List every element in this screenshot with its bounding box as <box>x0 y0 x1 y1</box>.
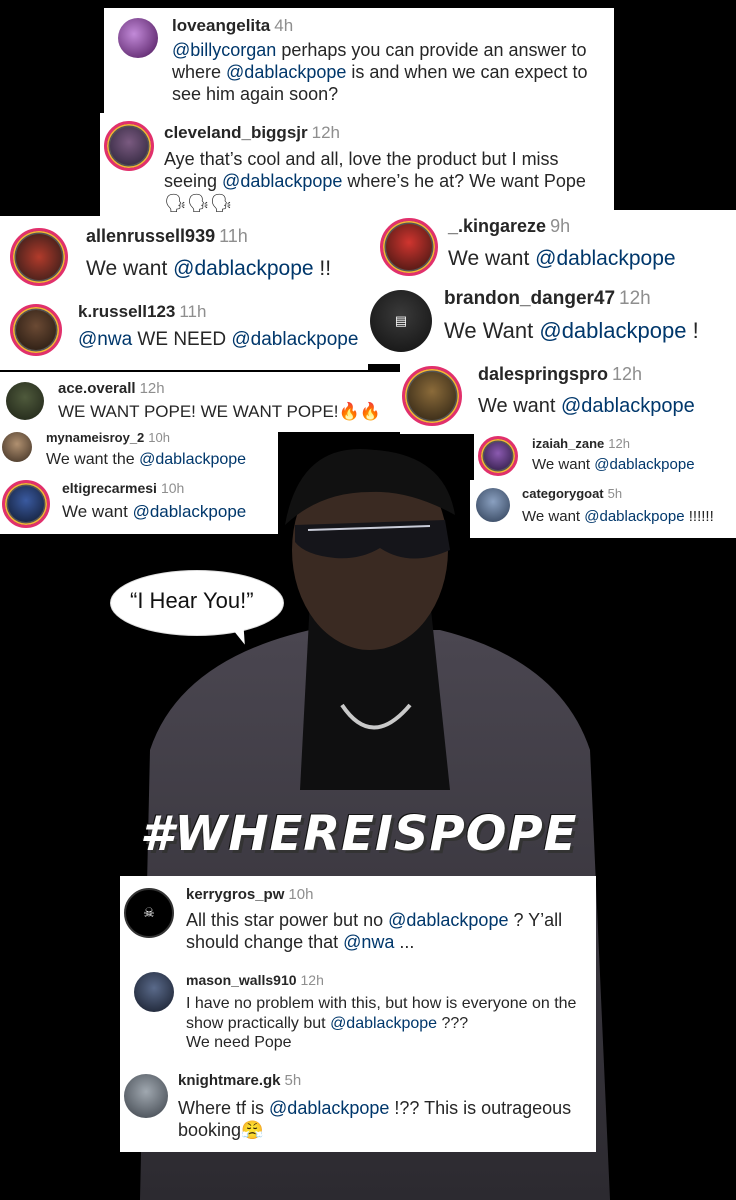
timestamp: 11h <box>219 226 248 246</box>
comment-card-loveangelita: loveangelita 4h @billycorgan perhaps you … <box>104 8 614 120</box>
avatar-knightmare-gk[interactable] <box>124 1074 168 1118</box>
avatar-mynameisroy-2[interactable] <box>2 432 32 462</box>
fire-emoji: 🔥🔥 <box>338 402 381 421</box>
comment-card-knightmare-gk: knightmare.gk 5h Where tf is @dablackpope… <box>120 1064 596 1152</box>
comment-text-mynameisroy-2: We want the @dablackpope <box>46 451 247 468</box>
mention-link[interactable]: @dablackpope <box>535 247 675 270</box>
mention-link[interactable]: @dablackpope <box>231 329 358 350</box>
timestamp: 5h <box>607 486 623 501</box>
mention-link[interactable]: @dablackpope <box>594 456 694 473</box>
username-eltigrecarmesi[interactable]: eltigrecarmesi 10h <box>62 480 184 496</box>
comment-card-allenrussell939: allenrussell939 11h We want @dablackpope … <box>0 216 372 296</box>
timestamp: 10h <box>160 480 185 496</box>
avatar-kingareze[interactable] <box>380 218 438 276</box>
username-loveangelita[interactable]: loveangelita 4h <box>172 16 293 36</box>
mention-link[interactable]: @dablackpope <box>561 395 695 417</box>
comment-text-categorygoat: We want @dablackpope !!!!!! <box>522 508 714 525</box>
comment-card-eltigrecarmesi: eltigrecarmesi 10h We want @dablackpope <box>0 474 278 534</box>
timestamp: 12h <box>300 972 324 988</box>
mention-link[interactable]: @dablackpope <box>139 451 246 468</box>
avatar-loveangelita[interactable] <box>118 18 158 58</box>
username-knightmare-gk[interactable]: knightmare.gk 5h <box>178 1072 301 1089</box>
comment-text-loveangelita: @billycorgan perhaps you can provide an … <box>172 40 588 104</box>
comment-text-knightmare-gk: Where tf is @dablackpope !?? This is out… <box>178 1098 572 1140</box>
mention-link[interactable]: @dablackpope <box>226 62 346 82</box>
mention-link[interactable]: @dablackpope <box>269 1098 389 1118</box>
comment-text-kingareze: We want @dablackpope <box>448 247 676 270</box>
mention-link[interactable]: @dablackpope <box>173 257 313 280</box>
speech-bubble-text: “I Hear You!” <box>130 588 254 613</box>
avatar-cleveland-biggsjr[interactable] <box>104 121 154 171</box>
mention-link[interactable]: @dablackpope <box>330 1015 437 1032</box>
comment-text-cleveland-biggsjr: Aye that’s cool and all, love the produc… <box>164 149 586 213</box>
comment-text-izaiah-zane: We want @dablackpope <box>532 456 695 473</box>
speaking-head-emoji: 🗣🗣🗣 <box>164 192 233 213</box>
timestamp: 12h <box>619 288 651 309</box>
mention-link[interactable]: @dablackpope <box>388 910 508 930</box>
avatar-eltigrecarmesi[interactable] <box>2 480 50 528</box>
skull-icon: ☠ <box>143 905 155 920</box>
avatar-mason-walls910[interactable] <box>134 972 174 1012</box>
username-kerrygros-pw[interactable]: kerrygros_pw 10h <box>186 886 313 903</box>
comment-text-kerrygros-pw: All this star power but no @dablackpope … <box>186 910 563 952</box>
comment-text-allenrussell939: We want @dablackpope !! <box>86 257 332 280</box>
comment-card-cleveland-biggsjr: cleveland_biggsjr 12h Aye that’s cool and… <box>100 113 614 217</box>
comment-card-mynameisroy-2: mynameisroy_2 10h We want the @dablackpop… <box>0 426 278 478</box>
comment-text-ace-overall: WE WANT POPE! WE WANT POPE!🔥🔥 <box>58 402 381 421</box>
timestamp: 11h <box>179 302 207 321</box>
timestamp: 12h <box>612 364 643 384</box>
comment-card-izaiah-zane: izaiah_zane 12h We want @dablackpope <box>474 432 736 482</box>
avatar-ace-overall[interactable] <box>6 382 44 420</box>
username-kingareze[interactable]: _.kingareze 9h <box>448 216 570 237</box>
timestamp: 4h <box>274 16 294 35</box>
avatar-categorygoat[interactable] <box>476 488 510 522</box>
comment-card-ace-overall: ace.overall 12h WE WANT POPE! WE WANT POP… <box>0 372 400 432</box>
avatar-kerrygros-pw[interactable]: ☠ <box>124 888 174 938</box>
avatar-k-russell123[interactable] <box>10 304 62 356</box>
avatar-dalespringspro[interactable] <box>402 366 462 426</box>
avatar-allenrussell939[interactable] <box>10 228 68 286</box>
username-izaiah-zane[interactable]: izaiah_zane 12h <box>532 436 630 451</box>
username-ace-overall[interactable]: ace.overall 12h <box>58 380 165 397</box>
comment-card-k-russell123: k.russell123 11h @nwa WE NEED @dablackpop… <box>0 292 368 370</box>
comment-text-eltigrecarmesi: We want @dablackpope <box>62 502 247 521</box>
avatar-izaiah-zane[interactable] <box>478 436 518 476</box>
comment-card-kingareze: _.kingareze 9h We want @dablackpope <box>372 210 736 286</box>
timestamp: 10h <box>148 430 170 445</box>
avatar-brandon-danger47[interactable]: ▤ <box>370 290 432 352</box>
referee-icon: ▤ <box>394 313 408 328</box>
comment-card-mason-walls910: mason_walls910 12h I have no problem with… <box>120 962 596 1064</box>
comment-text-mason-walls910: I have no problem with this, but how is … <box>186 995 577 1052</box>
timestamp: 12h <box>608 436 630 451</box>
username-brandon-danger47[interactable]: brandon_danger47 12h <box>444 288 651 310</box>
timestamp: 5h <box>284 1072 302 1089</box>
steam-face-emoji: 😤 <box>241 1119 264 1140</box>
mention-link[interactable]: @billycorgan <box>172 40 276 60</box>
comment-card-kerrygros-pw: ☠ kerrygros_pw 10h All this star power bu… <box>120 876 596 962</box>
comment-text-brandon-danger47: We Want @dablackpope ! <box>444 318 699 343</box>
hashtag-title: #WHEREISPOPE <box>140 806 578 862</box>
username-cleveland-biggsjr[interactable]: cleveland_biggsjr 12h <box>164 123 340 143</box>
username-mynameisroy-2[interactable]: mynameisroy_2 10h <box>46 430 170 445</box>
username-dalespringspro[interactable]: dalespringspro 12h <box>478 364 642 385</box>
mention-link[interactable]: @nwa <box>343 932 394 952</box>
mention-link[interactable]: @nwa <box>78 329 132 350</box>
username-mason-walls910[interactable]: mason_walls910 12h <box>186 972 324 988</box>
comment-text-dalespringspro: We want @dablackpope <box>478 395 695 417</box>
mention-link[interactable]: @dablackpope <box>133 502 247 521</box>
comment-card-brandon-danger47: ▤ brandon_danger47 12h We Want @dablackpo… <box>362 280 736 364</box>
timestamp: 9h <box>550 216 571 236</box>
timestamp: 10h <box>288 886 314 903</box>
mention-link[interactable]: @dablackpope <box>584 508 684 525</box>
timestamp: 12h <box>139 380 165 397</box>
comment-card-dalespringspro: dalespringspro 12h We want @dablackpope <box>400 360 736 434</box>
username-allenrussell939[interactable]: allenrussell939 11h <box>86 226 248 247</box>
username-k-russell123[interactable]: k.russell123 11h <box>78 302 206 322</box>
mention-link[interactable]: @dablackpope <box>222 171 342 191</box>
comment-text-k-russell123: @nwa WE NEED @dablackpope <box>78 329 359 350</box>
timestamp: 12h <box>311 123 340 142</box>
username-categorygoat[interactable]: categorygoat 5h <box>522 486 622 501</box>
mention-link[interactable]: @dablackpope <box>539 318 686 343</box>
comment-card-categorygoat: categorygoat 5h We want @dablackpope !!!!… <box>470 480 736 538</box>
